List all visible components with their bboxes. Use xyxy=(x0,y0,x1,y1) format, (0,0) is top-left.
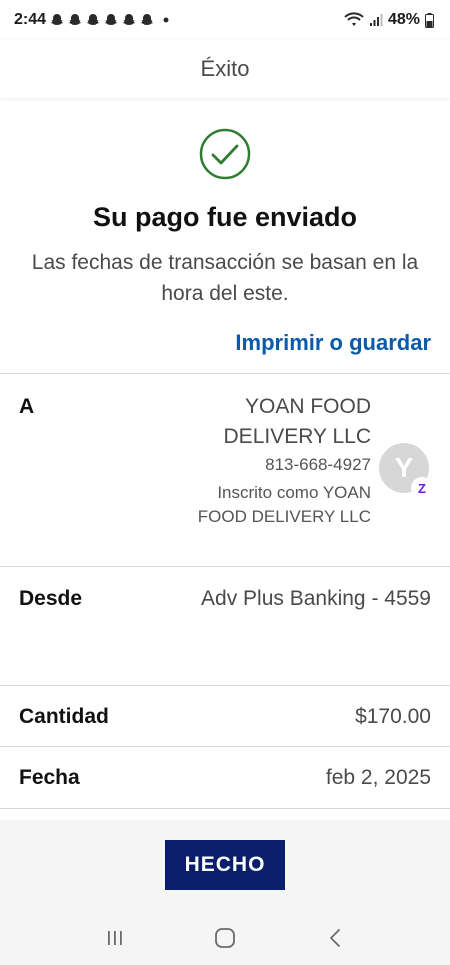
recipient-phone: 813-668-4927 xyxy=(265,455,371,474)
amount-label: Cantidad xyxy=(19,705,109,728)
zelle-badge-icon: Z xyxy=(411,477,433,499)
status-right: 48% xyxy=(344,11,434,29)
recipient-name: YOAN FOOD DELIVERY LLC xyxy=(223,395,371,448)
divider xyxy=(0,566,450,567)
divider xyxy=(0,808,450,809)
date-label: Fecha xyxy=(19,766,80,789)
wifi-icon xyxy=(344,12,364,26)
battery-icon xyxy=(425,12,434,28)
back-icon[interactable] xyxy=(320,923,350,953)
to-label: A xyxy=(19,395,35,418)
snapchat-icon xyxy=(51,14,64,25)
recipient-enrolled-as: Inscrito como YOAN FOOD DELIVERY LLC xyxy=(197,483,371,526)
snapchat-icon xyxy=(69,14,82,25)
amount-value: $170.00 xyxy=(355,705,431,728)
snapchat-icon xyxy=(123,14,136,25)
page-title: Éxito xyxy=(0,40,450,98)
snapchat-icon xyxy=(87,14,100,25)
from-account: Adv Plus Banking - 4559 xyxy=(201,587,431,610)
notification-dot-icon xyxy=(163,17,169,23)
snapchat-icon xyxy=(105,14,118,25)
signal-icon xyxy=(369,14,383,26)
done-button[interactable]: HECHO xyxy=(165,840,285,890)
checkmark-circle-icon xyxy=(199,128,251,180)
divider xyxy=(0,685,450,686)
confirmation-title: Su pago fue enviado xyxy=(92,202,358,232)
from-label: Desde xyxy=(19,587,83,610)
confirmation-subtitle: Las fechas de transacción se basan en la… xyxy=(31,251,419,305)
navigation-bar xyxy=(0,910,450,965)
status-time: 2:44 xyxy=(14,11,47,28)
snapchat-icon xyxy=(141,14,154,25)
status-left: 2:44 xyxy=(14,11,170,29)
divider xyxy=(0,373,450,374)
divider xyxy=(0,746,450,747)
battery-percent: 48% xyxy=(387,11,420,28)
print-or-save-link[interactable]: Imprimir o guardar xyxy=(235,330,431,356)
recent-apps-icon[interactable] xyxy=(100,923,130,953)
date-value: feb 2, 2025 xyxy=(325,766,431,789)
home-icon[interactable] xyxy=(210,923,240,953)
status-bar: 2:44 48% xyxy=(0,0,450,40)
